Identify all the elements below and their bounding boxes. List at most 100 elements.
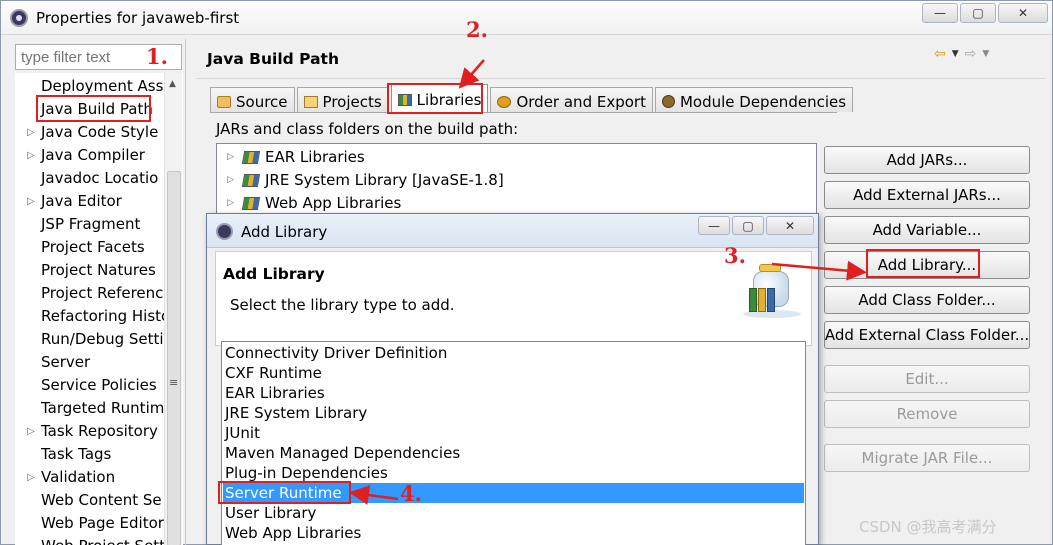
tab-module-dependencies[interactable]: Module Dependencies	[654, 87, 854, 112]
window-title: Properties for javaweb-first	[36, 9, 240, 27]
tree-item-service-policies[interactable]: Service Policies	[41, 376, 157, 394]
tree-item-web-app-libraries[interactable]: ▷ Web App Libraries	[227, 194, 401, 212]
highlight-server-runtime	[218, 481, 351, 504]
tree-item-project-natures[interactable]: Project Natures	[41, 261, 156, 279]
list-item-plug-in-dependencies[interactable]: Plug-in Dependencies	[223, 463, 804, 483]
pane-splitter[interactable]	[185, 39, 190, 545]
back-arrow-icon[interactable]: ⇦	[934, 46, 946, 62]
step-1-label: 1.	[146, 44, 168, 69]
dialog-header: Add Library Select the library type to a…	[215, 251, 812, 346]
tree-item-task-tags[interactable]: Task Tags	[41, 445, 111, 463]
tree-item-java-editor[interactable]: Java Editor	[41, 192, 122, 210]
tree-item-targeted-runtim[interactable]: Targeted Runtim	[41, 399, 164, 417]
jars-label: JARs and class folders on the build path…	[216, 120, 519, 138]
tree-item-task-repository[interactable]: Task Repository	[41, 422, 158, 440]
maximize-button[interactable]: ▢	[960, 3, 996, 23]
step-4-label: 4.	[400, 481, 422, 506]
title-bar: Properties for javaweb-first — ▢ ✕	[1, 1, 1052, 35]
expand-arrow-icon[interactable]: ▷	[227, 198, 237, 208]
list-item-connectivity-driver-definition[interactable]: Connectivity Driver Definition	[223, 343, 804, 363]
eclipse-icon	[216, 223, 233, 240]
dialog-title: Add Library	[241, 223, 328, 241]
expand-arrow-icon[interactable]: ▷	[227, 175, 237, 185]
tab-order-export[interactable]: Order and Export	[490, 87, 653, 112]
dialog-description: Select the library type to add.	[230, 296, 455, 314]
tree-item-validation[interactable]: Validation	[41, 468, 115, 486]
close-button[interactable]: ✕	[998, 3, 1048, 23]
chevron-down-icon[interactable]: ▼	[952, 49, 959, 59]
tree-item-java-code-style[interactable]: Java Code Style	[41, 123, 158, 141]
watermark: CSDN @我高考满分	[859, 518, 997, 536]
list-item-ear-libraries[interactable]: EAR Libraries	[223, 383, 804, 403]
project-icon	[303, 95, 318, 108]
add-external-class-folder-button[interactable]: Add External Class Folder...	[824, 321, 1030, 349]
tree-item-ear-libraries[interactable]: ▷ EAR Libraries	[227, 148, 365, 166]
tree-item-project-referenc[interactable]: Project Referenc	[41, 284, 163, 302]
tab-divider	[210, 112, 837, 113]
library-type-list: Connectivity Driver Definition CXF Runtim…	[221, 341, 806, 545]
expand-arrow-icon[interactable]: ▷	[27, 472, 35, 483]
remove-button[interactable]: Remove	[824, 400, 1030, 428]
close-button[interactable]: ✕	[766, 216, 814, 235]
minimize-button[interactable]: —	[698, 216, 730, 235]
list-item-web-app-libraries[interactable]: Web App Libraries	[223, 523, 804, 543]
chevron-down-icon[interactable]: ▼	[982, 49, 989, 59]
expand-arrow-icon[interactable]: ▷	[27, 150, 35, 161]
edit-button[interactable]: Edit...	[824, 365, 1030, 393]
tree-item-run-debug-setti[interactable]: Run/Debug Setti	[41, 330, 164, 348]
tree-item-jre-system-library[interactable]: ▷ JRE System Library [JavaSE-1.8]	[227, 171, 504, 189]
step-2-label: 2.	[466, 17, 488, 42]
tree-item-jsp-fragment[interactable]: JSP Fragment	[41, 215, 140, 233]
expand-arrow-icon[interactable]: ▷	[227, 152, 237, 162]
migrate-jar-button[interactable]: Migrate JAR File...	[824, 444, 1030, 472]
tab-projects[interactable]: Projects	[296, 87, 389, 112]
add-class-folder-button[interactable]: Add Class Folder...	[824, 286, 1030, 314]
property-page-tree: Deployment Ass Java Build Path ▷ Java Code …	[15, 73, 183, 545]
tab-source[interactable]: Source	[210, 87, 295, 112]
source-folder-icon	[217, 95, 231, 108]
tree-item-web-content-se[interactable]: Web Content Se	[41, 491, 162, 509]
tree-item-web-page-editor[interactable]: Web Page Editor	[41, 514, 164, 532]
highlight-java-build-path	[36, 95, 151, 122]
list-item-user-library[interactable]: User Library	[223, 503, 804, 523]
step-3-label: 3.	[724, 243, 746, 268]
maximize-button[interactable]: ▢	[732, 216, 764, 235]
library-jar-icon	[743, 264, 801, 318]
tree-item-refactoring-histo[interactable]: Refactoring Histo	[41, 307, 170, 325]
list-item-cxf-runtime[interactable]: CXF Runtime	[223, 363, 804, 383]
expand-arrow-icon[interactable]: ▷	[27, 426, 35, 437]
library-icon	[241, 150, 261, 164]
tree-item-javadoc-locatio[interactable]: Javadoc Locatio	[41, 169, 158, 187]
scroll-thumb[interactable]: ≡	[167, 171, 181, 545]
add-jars-button[interactable]: Add JARs...	[824, 146, 1030, 174]
list-item-jre-system-library[interactable]: JRE System Library	[223, 403, 804, 423]
add-external-jars-button[interactable]: Add External JARs...	[824, 181, 1030, 209]
tree-item-deployment-ass[interactable]: Deployment Ass	[41, 77, 163, 95]
tree-item-project-facets[interactable]: Project Facets	[41, 238, 145, 256]
expand-arrow-icon[interactable]: ▷	[27, 127, 35, 138]
library-icon	[241, 196, 261, 210]
scroll-up-icon[interactable]: ▲	[169, 79, 176, 89]
list-item-junit[interactable]: JUnit	[223, 423, 804, 443]
page-title: Java Build Path	[207, 50, 339, 68]
expand-arrow-icon[interactable]: ▷	[27, 196, 35, 207]
build-path-tabs: Source Projects Libraries Order and Expo…	[210, 84, 855, 112]
tree-item-web-project-sett[interactable]: Web Project Sett	[41, 537, 165, 545]
tree-item-server[interactable]: Server	[41, 353, 90, 371]
scroll-grip-icon: ≡	[169, 376, 179, 389]
left-tree-scrollbar[interactable]: ▲ ≡	[164, 73, 182, 545]
order-icon	[497, 95, 512, 108]
forward-arrow-icon[interactable]: ⇨	[965, 46, 977, 62]
header-divider	[196, 78, 1046, 79]
list-item-maven-managed-dependencies[interactable]: Maven Managed Dependencies	[223, 443, 804, 463]
add-variable-button[interactable]: Add Variable...	[824, 216, 1030, 244]
window-controls: — ▢ ✕	[922, 3, 1048, 23]
highlight-add-library	[866, 249, 980, 278]
dialog-window-controls: — ▢ ✕	[698, 216, 814, 235]
eclipse-icon	[10, 9, 28, 27]
highlight-libraries-tab	[387, 83, 483, 114]
minimize-button[interactable]: —	[922, 3, 958, 23]
tree-item-java-compiler[interactable]: Java Compiler	[41, 146, 145, 164]
library-icon	[241, 173, 261, 187]
module-icon	[661, 95, 675, 108]
